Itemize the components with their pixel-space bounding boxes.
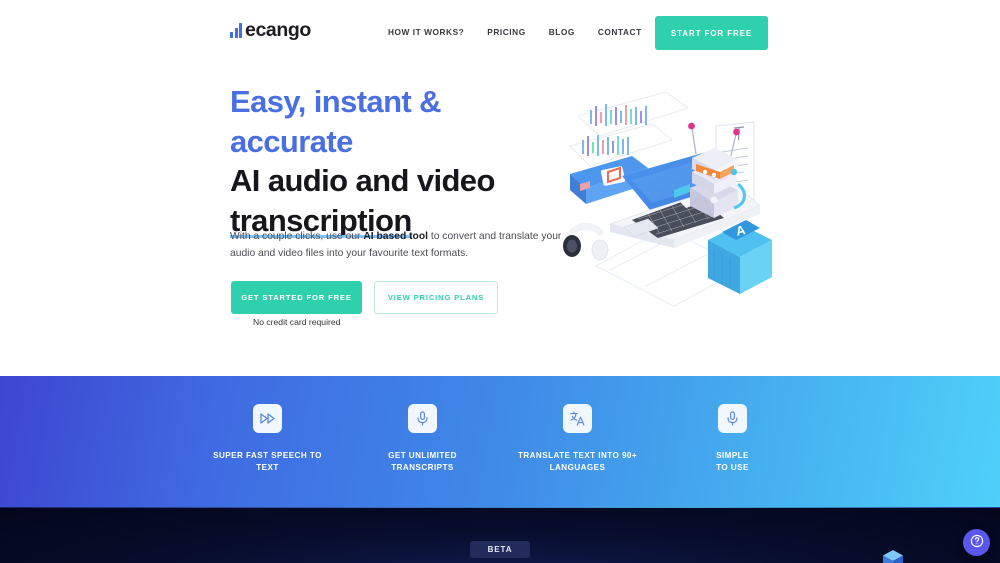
blue-cube-decoration xyxy=(882,550,904,563)
feature-label-line1: TRANSLATE TEXT INTO 90+ xyxy=(517,451,638,460)
feature-list: SUPER FAST SPEECH TO TEXT GET UNLIMITED … xyxy=(0,404,1000,474)
bar-chart-logo-icon xyxy=(230,23,242,39)
feature-simple-to-use[interactable]: SIMPLE TO USE xyxy=(655,404,810,474)
landing-page: ecango HOW IT WORKS? PRICING BLOG CONTAC… xyxy=(0,0,1000,563)
feature-label-line1: SIMPLE xyxy=(716,451,749,460)
feature-label-line2: LANGUAGES xyxy=(549,463,606,473)
question-mark-icon xyxy=(970,534,984,551)
feature-band: SUPER FAST SPEECH TO TEXT GET UNLIMITED … xyxy=(0,376,1000,507)
nav-item-pricing[interactable]: PRICING xyxy=(487,27,525,37)
hero-copy: Easy, instant & accurate AI audio and vi… xyxy=(230,82,560,241)
feature-label: TRANSLATE TEXT INTO 90+ LANGUAGES xyxy=(500,450,655,474)
feature-translate-text[interactable]: TRANSLATE TEXT INTO 90+ LANGUAGES xyxy=(500,404,655,474)
microphone-icon xyxy=(718,404,747,433)
help-button[interactable] xyxy=(963,529,990,556)
feature-label: GET UNLIMITED TRANSCRIPTS xyxy=(345,450,500,474)
site-header: ecango HOW IT WORKS? PRICING BLOG CONTAC… xyxy=(0,0,1000,66)
feature-super-fast-speech-to-text[interactable]: SUPER FAST SPEECH TO TEXT xyxy=(190,404,345,474)
feature-label-line2: TEXT xyxy=(256,463,279,473)
start-for-free-button[interactable]: START FOR FREE xyxy=(655,16,768,50)
hero-buttons: GET STARTED FOR FREE VIEW PRICING PLANS xyxy=(231,281,498,314)
feature-label: SIMPLE TO USE xyxy=(655,450,810,474)
section-divider-glow xyxy=(0,507,1000,508)
microphone-icon xyxy=(408,404,437,433)
fast-forward-icon xyxy=(253,404,282,433)
logo[interactable]: ecango xyxy=(230,19,311,41)
hero-illustration: A xyxy=(548,80,788,310)
beta-badge: BETA xyxy=(470,541,530,558)
hero-heading-line2: AI audio and video xyxy=(230,163,495,199)
view-pricing-plans-button[interactable]: VIEW PRICING PLANS xyxy=(374,281,498,314)
hero-subtext: With a couple clicks, use our AI based t… xyxy=(230,229,562,262)
logo-text: ecango xyxy=(245,19,311,41)
translate-icon xyxy=(563,404,592,433)
nav-item-contact[interactable]: CONTACT xyxy=(598,27,642,37)
main-nav: HOW IT WORKS? PRICING BLOG CONTACT xyxy=(388,27,642,37)
hero-heading-line1: Easy, instant & accurate xyxy=(230,84,442,159)
get-started-for-free-button[interactable]: GET STARTED FOR FREE xyxy=(231,281,362,314)
hero-subtext-before: With a couple clicks, use our xyxy=(230,231,364,242)
feature-label: SUPER FAST SPEECH TO TEXT xyxy=(190,450,345,474)
feature-label-line1: SUPER FAST SPEECH TO xyxy=(213,451,322,460)
no-credit-card-note: No credit card required xyxy=(253,317,341,327)
nav-item-blog[interactable]: BLOG xyxy=(549,27,575,37)
hero-subtext-bold: AI based tool xyxy=(363,231,428,242)
feature-get-unlimited-transcripts[interactable]: GET UNLIMITED TRANSCRIPTS xyxy=(345,404,500,474)
feature-label-line1: GET UNLIMITED xyxy=(388,451,457,460)
nav-item-how-it-works[interactable]: HOW IT WORKS? xyxy=(388,27,464,37)
hero-section: Easy, instant & accurate AI audio and vi… xyxy=(0,66,1000,376)
feature-label-line2: TO USE xyxy=(716,463,749,473)
feature-label-line2: TRANSCRIPTS xyxy=(391,463,454,473)
